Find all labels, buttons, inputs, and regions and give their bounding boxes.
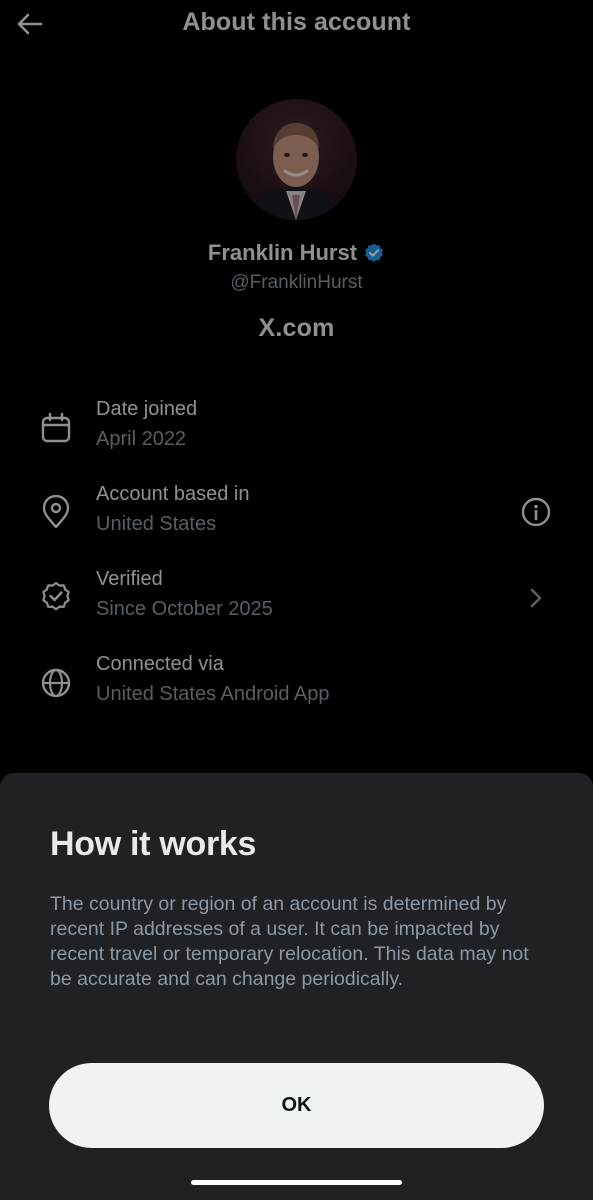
x-com-label: X.com bbox=[258, 314, 335, 342]
verified-label: Verified bbox=[96, 568, 163, 590]
info-row-account-based[interactable]: Account based in United States bbox=[0, 483, 593, 553]
page-title: About this account bbox=[182, 8, 411, 36]
sheet-title: How it works bbox=[50, 825, 257, 863]
home-indicator[interactable] bbox=[191, 1180, 402, 1185]
account-based-value: United States bbox=[96, 513, 217, 535]
avatar bbox=[236, 99, 357, 220]
globe-icon bbox=[41, 668, 71, 698]
location-pin-icon bbox=[42, 495, 70, 529]
sheet-description: The country or region of an account is d… bbox=[50, 893, 529, 990]
top-bar: About this account bbox=[0, 0, 593, 48]
display-name: Franklin Hurst bbox=[207, 240, 358, 265]
how-it-works-sheet: How it works The country or region of an… bbox=[0, 773, 593, 1200]
info-circle-icon[interactable] bbox=[518, 497, 554, 533]
ok-button[interactable]: OK bbox=[49, 1063, 544, 1148]
info-row-verified[interactable]: Verified Since October 2025 bbox=[0, 568, 593, 638]
calendar-icon bbox=[41, 412, 71, 443]
user-handle: @FranklinHurst bbox=[230, 272, 363, 293]
connected-via-value: United States Android App bbox=[96, 683, 330, 705]
verified-badge-icon bbox=[365, 243, 383, 262]
chevron-right-icon[interactable] bbox=[518, 582, 554, 618]
account-details-screen: About this account Franklin Hurst @Frank… bbox=[0, 0, 593, 775]
info-row-date-joined: Date joined April 2022 bbox=[0, 398, 593, 468]
info-row-connected-via: Connected via United States Android App bbox=[0, 653, 593, 723]
profile-name-row: Franklin Hurst bbox=[0, 240, 593, 266]
date-joined-label: Date joined bbox=[96, 398, 198, 420]
verified-value: Since October 2025 bbox=[96, 598, 273, 620]
account-based-label: Account based in bbox=[96, 483, 250, 505]
date-joined-value: April 2022 bbox=[96, 428, 187, 450]
connected-via-label: Connected via bbox=[96, 653, 224, 675]
verified-check-icon bbox=[42, 581, 70, 611]
